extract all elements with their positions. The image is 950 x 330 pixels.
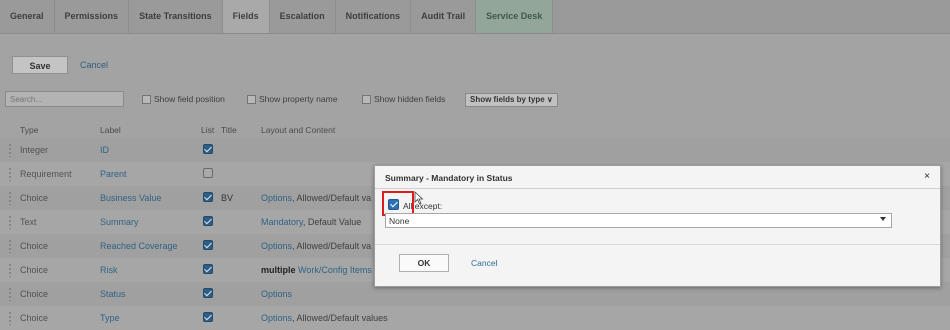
drag-handle-icon[interactable] bbox=[8, 263, 12, 277]
show-hidden-fields-checkbox[interactable] bbox=[362, 94, 371, 104]
list-checkbox[interactable] bbox=[203, 192, 213, 202]
tab-permissions[interactable]: Permissions bbox=[55, 0, 130, 33]
field-type: Requirement bbox=[20, 169, 72, 179]
status-select[interactable]: None bbox=[385, 213, 892, 228]
field-type: Choice bbox=[20, 289, 49, 299]
layout-text: , Allowed/Default va bbox=[292, 241, 372, 251]
field-label-link[interactable]: ID bbox=[100, 145, 109, 155]
header-title: Title bbox=[221, 125, 237, 135]
tab-service-desk[interactable]: Service Desk bbox=[476, 0, 554, 33]
drag-handle-icon[interactable] bbox=[8, 311, 12, 325]
list-checkbox[interactable] bbox=[203, 264, 213, 274]
layout-link[interactable]: Options bbox=[261, 289, 292, 299]
layout-and-content: multiple Work/Config Items [ bbox=[261, 265, 377, 275]
layout-and-content: Options bbox=[261, 289, 292, 299]
layout-text: , Allowed/Default va bbox=[292, 193, 372, 203]
layout-link[interactable]: Options bbox=[261, 193, 292, 203]
show-hidden-fields-label: Show hidden fields bbox=[374, 94, 446, 104]
drag-handle-icon[interactable] bbox=[8, 191, 12, 205]
header-list: List bbox=[201, 125, 215, 135]
table-row[interactable]: Integer ID bbox=[0, 138, 950, 162]
tab-notifications[interactable]: Notifications bbox=[336, 0, 412, 33]
drag-handle-icon[interactable] bbox=[8, 287, 12, 301]
drag-handle-icon[interactable] bbox=[8, 167, 12, 181]
tab-general[interactable]: General bbox=[0, 0, 55, 33]
show-field-position-option[interactable]: Show field position bbox=[142, 94, 225, 104]
dialog-header: Summary - Mandatory in Status × bbox=[375, 166, 940, 189]
list-checkbox[interactable] bbox=[203, 288, 213, 298]
search-input[interactable] bbox=[5, 91, 124, 107]
dialog-divider bbox=[375, 244, 940, 245]
field-type: Integer bbox=[20, 145, 49, 155]
header-type: Type bbox=[20, 125, 39, 135]
layout-link[interactable]: Mandatory bbox=[261, 217, 303, 227]
tab-state-transitions[interactable]: State Transitions bbox=[129, 0, 223, 33]
layout-link[interactable]: Options bbox=[261, 241, 292, 251]
fields-table-header: Type Label List Title Layout and Content bbox=[0, 120, 950, 138]
field-label-link[interactable]: Business Value bbox=[100, 193, 161, 203]
field-type: Choice bbox=[20, 313, 49, 323]
close-icon[interactable]: × bbox=[924, 171, 930, 182]
all-except-checkbox[interactable] bbox=[388, 199, 399, 210]
field-label-link[interactable]: Status bbox=[100, 289, 126, 299]
ok-button[interactable]: OK bbox=[399, 254, 449, 272]
list-checkbox[interactable] bbox=[203, 144, 213, 154]
show-field-position-label: Show field position bbox=[154, 94, 225, 104]
field-label-link[interactable]: Reached Coverage bbox=[100, 241, 178, 251]
show-property-name-checkbox[interactable] bbox=[247, 94, 256, 104]
mouse-cursor-icon bbox=[414, 191, 424, 205]
mandatory-in-status-dialog: Summary - Mandatory in Status × All exce… bbox=[374, 165, 941, 287]
show-field-position-checkbox[interactable] bbox=[142, 94, 151, 104]
layout-and-content: Mandatory, Default Value bbox=[261, 217, 361, 227]
tab-escalation[interactable]: Escalation bbox=[270, 0, 336, 33]
field-label-link[interactable]: Parent bbox=[100, 169, 127, 179]
chevron-down-icon bbox=[880, 217, 886, 221]
list-checkbox[interactable] bbox=[203, 168, 213, 178]
header-label: Label bbox=[100, 125, 121, 135]
list-checkbox[interactable] bbox=[203, 312, 213, 322]
drag-handle-icon[interactable] bbox=[8, 143, 12, 157]
layout-link[interactable]: Work/Config Items bbox=[298, 265, 372, 275]
field-type: Choice bbox=[20, 241, 49, 251]
layout-and-content: Options, Allowed/Default values bbox=[261, 313, 388, 323]
status-select-value: None bbox=[389, 216, 410, 226]
field-title: BV bbox=[221, 193, 234, 203]
field-label-link[interactable]: Summary bbox=[100, 217, 139, 227]
show-fields-by-select[interactable]: Show fields by type ∨ bbox=[465, 93, 558, 107]
layout-text: , Allowed/Default values bbox=[292, 313, 388, 323]
drag-handle-icon[interactable] bbox=[8, 239, 12, 253]
save-button[interactable]: Save bbox=[12, 56, 68, 74]
show-property-name-option[interactable]: Show property name bbox=[247, 94, 337, 104]
field-label-link[interactable]: Risk bbox=[100, 265, 118, 275]
dialog-title: Summary - Mandatory in Status bbox=[385, 173, 513, 183]
dialog-cancel-link[interactable]: Cancel bbox=[471, 258, 497, 268]
show-property-name-label: Show property name bbox=[259, 94, 338, 104]
tab-bar: General Permissions State Transitions Fi… bbox=[0, 0, 950, 34]
drag-handle-icon[interactable] bbox=[8, 215, 12, 229]
list-checkbox[interactable] bbox=[203, 216, 213, 226]
layout-and-content: Options, Allowed/Default va bbox=[261, 193, 371, 203]
field-type: Choice bbox=[20, 265, 49, 275]
field-type: Choice bbox=[20, 193, 49, 203]
table-row[interactable]: Choice Type Options, Allowed/Default value… bbox=[0, 306, 950, 330]
cancel-link[interactable]: Cancel bbox=[80, 60, 108, 70]
tab-audit-trail[interactable]: Audit Trail bbox=[411, 0, 477, 33]
layout-text: , Default Value bbox=[302, 217, 362, 227]
tab-fields[interactable]: Fields bbox=[222, 0, 270, 33]
list-checkbox[interactable] bbox=[203, 240, 213, 250]
header-layout: Layout and Content bbox=[261, 125, 336, 135]
layout-text: multiple bbox=[261, 265, 299, 275]
field-label-link[interactable]: Type bbox=[100, 313, 120, 323]
layout-and-content: Options, Allowed/Default va bbox=[261, 241, 371, 251]
field-type: Text bbox=[20, 217, 37, 227]
layout-link[interactable]: Options bbox=[261, 313, 292, 323]
show-hidden-fields-option[interactable]: Show hidden fields bbox=[362, 94, 445, 104]
